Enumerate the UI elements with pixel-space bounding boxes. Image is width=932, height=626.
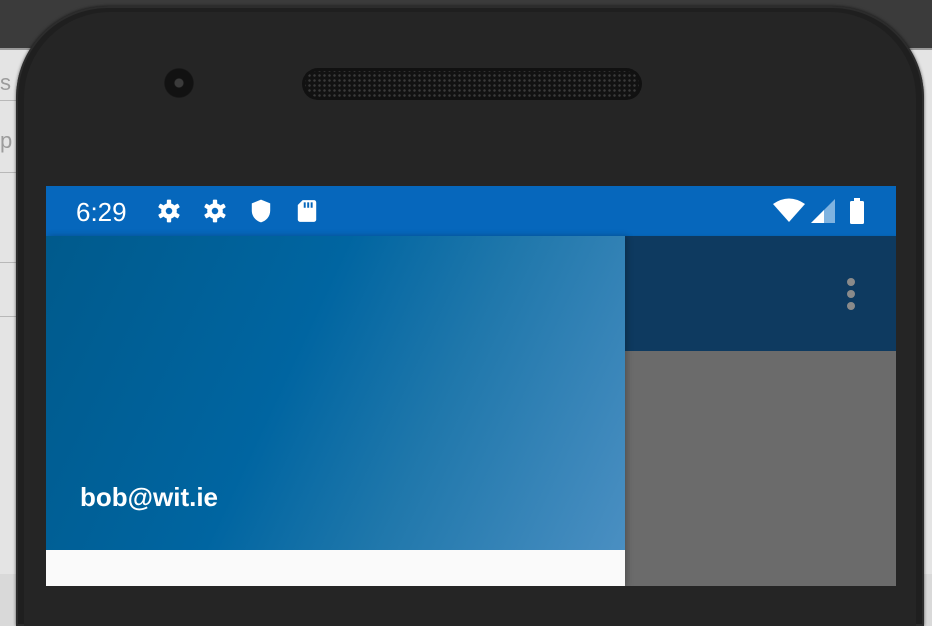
phone-screen: 6:29 bob@wit.ie <box>46 186 896 586</box>
battery-icon <box>850 198 864 224</box>
gear-icon <box>204 199 226 223</box>
app-content-scrim[interactable] <box>625 351 896 586</box>
sd-card-icon <box>297 200 317 222</box>
shield-icon <box>251 199 271 223</box>
host-partial-text: p <box>0 128 13 153</box>
navigation-drawer: bob@wit.ie <box>46 236 625 586</box>
drawer-menu <box>46 550 625 586</box>
cell-signal-icon <box>811 199 835 223</box>
user-email: bob@wit.ie <box>80 482 219 512</box>
gear-icon <box>158 199 180 223</box>
wifi-icon <box>773 198 805 222</box>
status-time: 6:29 <box>76 197 127 227</box>
status-bar: 6:29 <box>46 186 896 236</box>
drawer-header: bob@wit.ie <box>46 236 625 550</box>
host-partial-text: s <box>0 70 11 95</box>
front-camera <box>164 68 194 98</box>
more-vert-icon[interactable] <box>836 274 866 314</box>
earpiece-speaker <box>302 68 642 100</box>
